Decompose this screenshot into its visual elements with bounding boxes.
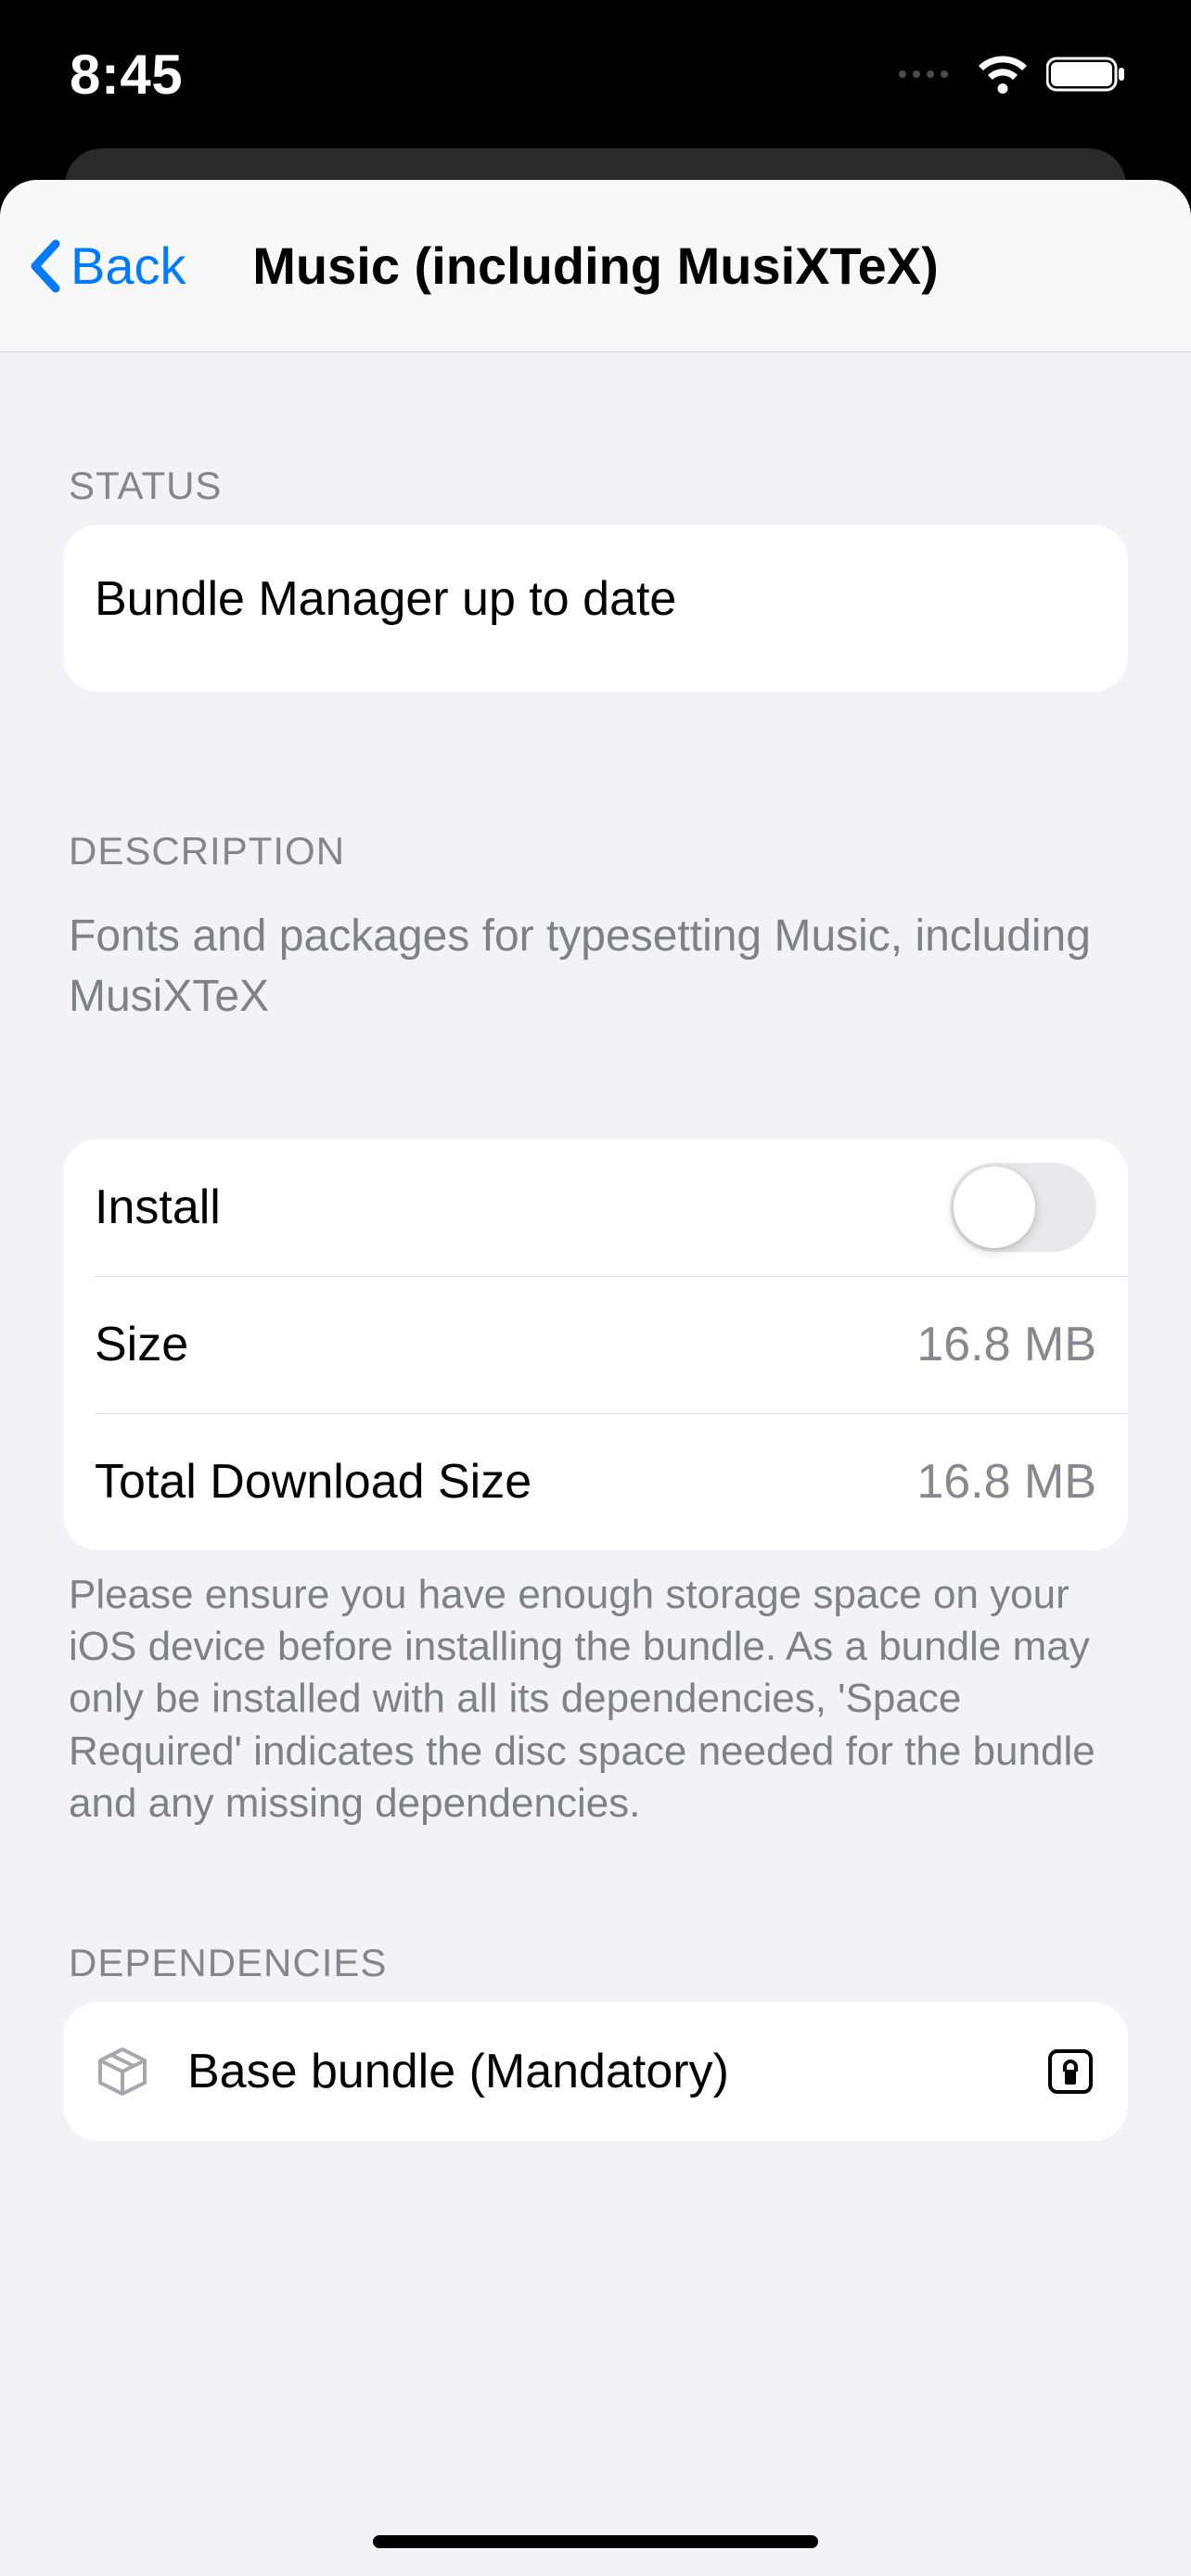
dependency-row[interactable]: Base bundle (Mandatory) <box>63 2002 1128 2141</box>
install-group: Install Size 16.8 MB Total Download Size… <box>63 1139 1128 1550</box>
status-icons <box>899 55 1126 94</box>
toggle-knob <box>954 1167 1035 1248</box>
status-group: Bundle Manager up to date <box>63 525 1128 692</box>
status-time: 8:45 <box>70 43 183 107</box>
dependency-label: Base bundle (Mandatory) <box>187 2044 1007 2099</box>
size-value: 16.8 MB <box>916 1317 1096 1372</box>
dependencies-group: Base bundle (Mandatory) <box>63 2002 1128 2141</box>
install-footer-text: Please ensure you have enough storage sp… <box>63 1550 1128 1830</box>
status-bar: 8:45 <box>0 0 1191 148</box>
wifi-icon <box>976 55 1030 94</box>
navigation-bar: Back Music (including MusiXTeX) <box>0 180 1191 352</box>
install-label: Install <box>95 1180 950 1235</box>
device-screen: 8:45 Back Music (including Mu <box>0 0 1191 2576</box>
total-size-row: Total Download Size 16.8 MB <box>63 1413 1128 1550</box>
size-label: Size <box>95 1317 916 1372</box>
size-row: Size 16.8 MB <box>63 1276 1128 1413</box>
install-row: Install <box>63 1139 1128 1276</box>
total-size-label: Total Download Size <box>95 1454 916 1510</box>
chevron-left-icon <box>26 238 63 294</box>
description-section-header: DESCRIPTION <box>63 829 1128 890</box>
back-label: Back <box>70 236 186 296</box>
status-message: Bundle Manager up to date <box>95 571 676 627</box>
home-indicator[interactable] <box>373 2535 818 2548</box>
lock-icon <box>1044 2046 1096 2098</box>
status-section-header: STATUS <box>63 464 1128 525</box>
description-text: Fonts and packages for typesetting Music… <box>63 890 1128 1027</box>
dependencies-section-header: DEPENDENCIES <box>63 1941 1128 2002</box>
total-size-value: 16.8 MB <box>916 1454 1096 1510</box>
install-toggle[interactable] <box>950 1163 1096 1252</box>
battery-icon <box>1046 55 1126 94</box>
cellular-dots-icon <box>899 70 948 78</box>
package-icon <box>95 2044 150 2099</box>
modal-sheet: Back Music (including MusiXTeX) STATUS B… <box>0 180 1191 2576</box>
back-button[interactable]: Back <box>26 180 186 351</box>
status-row: Bundle Manager up to date <box>63 525 1128 692</box>
content-scroll[interactable]: STATUS Bundle Manager up to date DESCRIP… <box>0 352 1191 2234</box>
